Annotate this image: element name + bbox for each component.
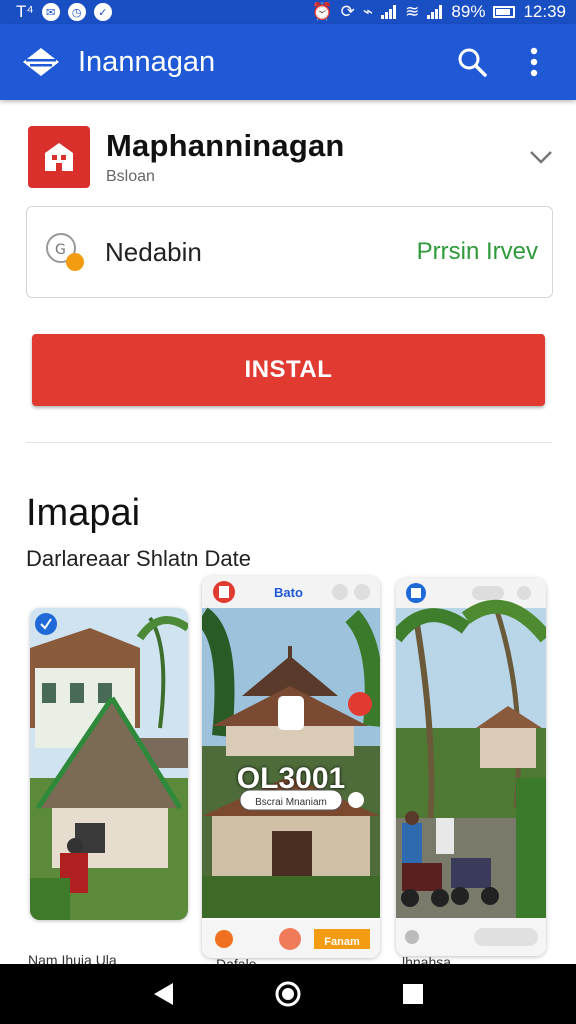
status-time: 12:39 bbox=[523, 2, 566, 21]
app-bar: Inannagan bbox=[0, 24, 576, 100]
rating-icon: G bbox=[43, 230, 87, 274]
app-name: Maphanninagan bbox=[106, 128, 345, 163]
screenshot-2-overlay: OL3001 bbox=[236, 762, 346, 795]
status-right: ⏰ ⟳ ⌁ ≋ 89% 12:39 bbox=[312, 2, 567, 22]
more-vert-icon[interactable] bbox=[512, 40, 556, 84]
section-subtitle: Darlareaar Shlatn Date bbox=[26, 546, 252, 571]
signal-icon-2 bbox=[427, 5, 443, 19]
clock-icon: ◷ bbox=[67, 3, 86, 21]
app-name-block: Maphanninagan Bsloan bbox=[106, 128, 526, 186]
screenshot-2-overlay-sub: Bscrai Mnaniam bbox=[255, 797, 327, 808]
divider bbox=[26, 442, 552, 443]
diamond-logo-icon[interactable] bbox=[22, 43, 60, 81]
vibrate-icon: ⌁ bbox=[362, 2, 374, 21]
screenshot-2[interactable]: Bato OL3001 Bscrai Mnaniam Fanam bbox=[202, 576, 380, 958]
chevron-down-icon[interactable] bbox=[526, 142, 556, 172]
back-icon[interactable] bbox=[143, 974, 183, 1014]
navigation-bar bbox=[0, 964, 576, 1024]
section-title: Imapai bbox=[26, 492, 141, 534]
svg-text:G: G bbox=[55, 242, 66, 258]
status-left: T⁴ ✉ ◷ ✓ bbox=[16, 2, 112, 22]
status-bar: T⁴ ✉ ◷ ✓ ⏰ ⟳ ⌁ ≋ 89% 12:39 bbox=[0, 0, 576, 24]
signal-icon bbox=[381, 5, 397, 19]
check-icon: ✓ bbox=[93, 3, 112, 21]
wifi-icon: ≋ bbox=[405, 2, 420, 21]
screenshot-3[interactable] bbox=[396, 578, 546, 956]
screenshot-2-header: Bato bbox=[274, 585, 303, 600]
screenshot-2-button[interactable]: Fanam bbox=[314, 936, 370, 948]
app-bar-title: Inannagan bbox=[78, 45, 216, 78]
install-button[interactable]: INSTAL bbox=[32, 334, 545, 406]
battery-percent: 89% bbox=[451, 2, 486, 21]
app-header: Maphanninagan Bsloan bbox=[28, 122, 556, 192]
notification-icon: ✉ bbox=[41, 3, 60, 21]
info-link[interactable]: Prrsin Irvev bbox=[417, 238, 538, 266]
alarm-icon: ⏰ bbox=[311, 2, 333, 21]
app-developer[interactable]: Bsloan bbox=[106, 168, 526, 186]
recents-icon[interactable] bbox=[393, 974, 433, 1014]
search-icon[interactable] bbox=[450, 40, 494, 84]
battery-icon bbox=[493, 6, 516, 18]
carrier-text: T⁴ bbox=[16, 2, 34, 21]
sync-icon: ⟳ bbox=[340, 2, 355, 21]
app-icon bbox=[28, 126, 90, 188]
info-label: Nedabin bbox=[105, 236, 202, 267]
home-icon[interactable] bbox=[268, 974, 308, 1014]
screenshot-carousel[interactable]: Nam Ihuia Ula Bato OL3001 Bscrai Mnaniam… bbox=[0, 572, 576, 972]
screenshot-1[interactable] bbox=[30, 608, 188, 920]
info-card[interactable]: G Nedabin Prrsin Irvev bbox=[26, 206, 553, 298]
